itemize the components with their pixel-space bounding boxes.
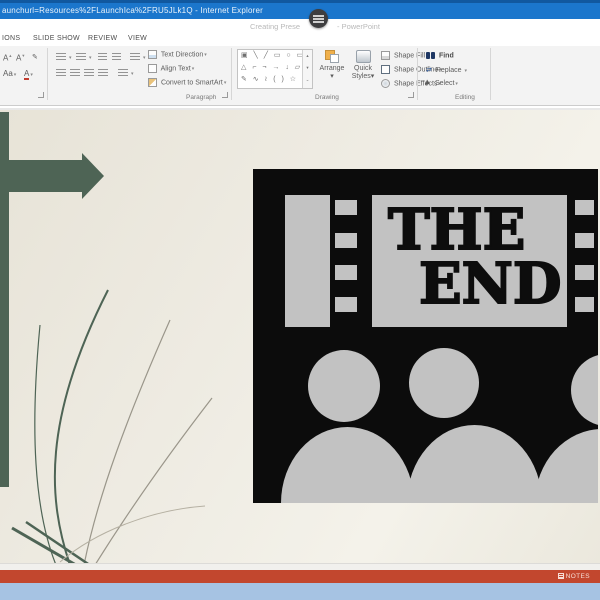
audience-head <box>409 348 479 418</box>
justify-icon[interactable] <box>98 69 110 77</box>
ie-titlebar: aunchurl=Resources%2FLaunchIca%2FRU5JLk1… <box>0 0 600 19</box>
decrease-indent-icon[interactable] <box>98 53 109 61</box>
shapes-gallery-scrollbar[interactable]: ▴ ▾ ⌄ <box>302 50 312 88</box>
arrange-icon <box>325 50 339 63</box>
ribbon-tab-row: IONS SLIDE SHOW REVIEW VIEW <box>0 33 600 46</box>
sprocket-hole <box>575 200 594 215</box>
shapes-row-1[interactable]: ▣ ╲ ╱ ▭ ○ ▭ <box>241 51 305 59</box>
status-bar: NOTES <box>0 570 600 583</box>
document-title: Creating Prese <box>250 22 301 31</box>
shape-effects-icon <box>381 79 390 88</box>
filmstrip-left-frame <box>285 195 330 327</box>
tab-transitions-partial[interactable]: IONS <box>2 35 20 42</box>
shrink-font-button[interactable]: A▼ <box>16 53 25 62</box>
drawing-group-label: Drawing <box>315 94 339 101</box>
columns-button[interactable]: ▾ <box>118 69 134 77</box>
numbering-button[interactable]: ▾ <box>76 53 92 61</box>
tab-view[interactable]: VIEW <box>128 35 147 42</box>
grow-font-button[interactable]: A▲ <box>3 53 12 62</box>
shape-outline-icon <box>381 65 390 74</box>
audience-body <box>281 427 414 503</box>
sprocket-hole <box>575 297 594 312</box>
notes-icon <box>557 573 564 579</box>
increase-indent-icon[interactable] <box>112 53 123 61</box>
find-icon <box>426 52 435 59</box>
cross-arrow-arm <box>0 153 104 199</box>
text-direction-button[interactable]: Text Direction▾ <box>148 50 207 59</box>
audience-head <box>571 354 598 426</box>
shape-fill-button[interactable]: Shape Fill▾ <box>381 51 429 60</box>
tab-slide-show[interactable]: SLIDE SHOW <box>33 35 80 42</box>
arrange-button[interactable]: Arrange ▾ <box>316 50 348 80</box>
editing-group-label: Editing <box>455 94 475 101</box>
find-button[interactable]: Find <box>426 52 454 59</box>
sprocket-hole <box>335 233 357 248</box>
workspace-bottom-gap <box>0 563 600 570</box>
sprocket-hole <box>575 233 594 248</box>
movie-screen: THE END <box>372 195 567 327</box>
shapes-row-3[interactable]: ✎ ∿ ≀ ( ) ☆ <box>241 75 298 83</box>
drawing-dialog-launcher-icon[interactable] <box>408 92 414 98</box>
align-right-icon[interactable] <box>84 69 96 77</box>
quick-styles-button[interactable]: Quick Styles▾ <box>347 50 379 80</box>
align-text-icon <box>148 64 157 73</box>
align-text-button[interactable]: Align Text▾ <box>148 64 194 73</box>
line-spacing-button[interactable]: ▾ <box>130 53 146 61</box>
ribbon: A▲ A▼ ✎ Aa▾ A▾ ▾ ▾ ▾ ▾ Text Direction▾ A… <box>0 46 600 106</box>
audience-body <box>535 429 598 503</box>
smartart-icon <box>148 78 157 87</box>
select-icon <box>425 79 431 87</box>
window-title: aunchurl=Resources%2FLaunchIca%2FRU5JLk1… <box>2 6 263 15</box>
audience-body <box>407 425 542 503</box>
tab-review[interactable]: REVIEW <box>88 35 117 42</box>
the-end-clipart[interactable]: THE END <box>253 169 598 503</box>
sprocket-hole <box>335 297 357 312</box>
convert-to-smartart-button[interactable]: Convert to SmartArt▾ <box>148 78 226 87</box>
the-text: THE <box>387 197 526 263</box>
sprocket-hole <box>575 265 594 280</box>
shapes-gallery[interactable]: ▣ ╲ ╱ ▭ ○ ▭ △ ⌐ ¬ → ↓ ▱ ✎ ∿ ≀ ( ) ☆ ▴ ▾ … <box>237 49 313 89</box>
bullets-button[interactable]: ▾ <box>56 53 72 61</box>
clear-formatting-icon[interactable]: ✎ <box>32 53 38 61</box>
notes-button[interactable]: NOTES <box>557 573 590 580</box>
paragraph-dialog-launcher-icon[interactable] <box>222 92 228 98</box>
font-color-button[interactable]: A▾ <box>24 69 33 80</box>
end-text: END <box>418 251 562 317</box>
text-direction-icon <box>148 50 157 59</box>
replace-button[interactable]: ⇄ Replace ▾ <box>426 66 467 74</box>
desktop-strip <box>0 583 600 600</box>
slide-canvas[interactable]: THE END <box>0 108 600 563</box>
quick-styles-icon <box>355 50 371 63</box>
hamburger-menu-icon[interactable] <box>309 9 328 28</box>
shapes-row-2[interactable]: △ ⌐ ¬ → ↓ ▱ <box>241 63 302 71</box>
powerpoint-titlebar: Creating Prese - PowerPoint <box>0 19 600 33</box>
align-left-icon[interactable] <box>56 69 68 77</box>
sprocket-hole <box>335 200 357 215</box>
sprocket-hole <box>335 265 357 280</box>
replace-icon: ⇄ <box>426 67 432 74</box>
change-case-button[interactable]: Aa▾ <box>3 69 16 78</box>
app-name: - PowerPoint <box>337 22 380 31</box>
shape-fill-icon <box>381 51 390 60</box>
ie-window: aunchurl=Resources%2FLaunchIca%2FRU5JLk1… <box>0 0 600 600</box>
audience-head <box>308 350 380 422</box>
align-center-icon[interactable] <box>70 69 82 77</box>
select-button[interactable]: Select▾ <box>425 79 458 87</box>
paragraph-group-label: Paragraph <box>186 94 217 101</box>
font-dialog-launcher-icon[interactable] <box>38 92 44 98</box>
